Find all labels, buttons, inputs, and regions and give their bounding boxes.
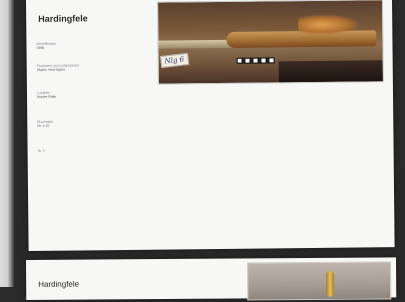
- display-stand: [279, 60, 383, 82]
- card-title: Hardingfele: [38, 13, 88, 24]
- record-photo[interactable]: Nlg 6: [157, 0, 384, 85]
- field-label: Nr. 5: [38, 149, 45, 153]
- record-card[interactable]: Hardingfele: [26, 257, 396, 300]
- field-value: 1998: [36, 46, 56, 50]
- field-value: Nordre Rolle: [37, 95, 56, 99]
- field-identification: Identifikasjon 1998: [36, 42, 56, 51]
- field-producer: Produsent og produksjonsår Ukjent, Vest-…: [37, 63, 80, 72]
- field-value: Nr. 1:15: [37, 124, 53, 128]
- field-specimen: Eksemplar Nr. 1:15: [37, 120, 53, 129]
- record-card[interactable]: Hardingfele Identifikasjon 1998 Produsen…: [26, 0, 395, 251]
- field-value: Ukjent, Vest-Agder: [37, 68, 79, 73]
- scale-bar: [237, 57, 275, 63]
- photo-label-tag: Nlg 6: [160, 53, 189, 68]
- field-number: Nr. 5: [38, 149, 45, 153]
- adjacent-panel-edge: [0, 0, 14, 287]
- tuning-peg: [326, 271, 334, 297]
- record-photo[interactable]: [247, 261, 391, 300]
- instrument-scroll: [298, 15, 358, 36]
- field-locality: Lokalitet Nordre Rolle: [37, 91, 56, 100]
- card-title: Hardingfele: [38, 280, 79, 289]
